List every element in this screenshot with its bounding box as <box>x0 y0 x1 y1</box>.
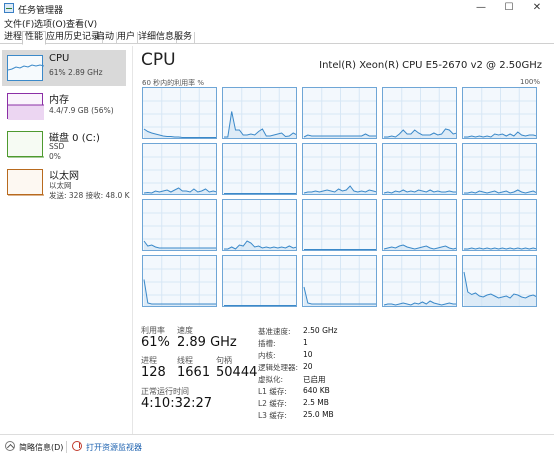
sidebar-item-memory[interactable]: 内存 4.4/7.9 GB (56%) <box>2 88 126 124</box>
tab-services[interactable]: 服务 <box>172 32 196 44</box>
speed-value: 2.89 GHz <box>177 335 237 350</box>
cpu-core-graph <box>462 87 537 139</box>
utilization-value: 61% <box>141 335 170 350</box>
tab-users[interactable]: 用户 <box>115 32 139 44</box>
detail-label: 基准速度: <box>258 327 291 336</box>
detail-label: L1 缓存: <box>258 387 287 396</box>
detail-value: 已启用 <box>303 375 326 384</box>
fewer-details-link[interactable]: 简略信息(D) <box>19 442 63 453</box>
cpu-core-graph <box>142 199 217 251</box>
chevron-up-icon[interactable] <box>5 441 15 451</box>
cpu-core-graph <box>222 143 297 195</box>
page-title: CPU <box>141 50 176 70</box>
memory-thumbnail-graph <box>7 93 44 120</box>
window-title: 任务管理器 <box>18 6 64 16</box>
sidebar-item-label: CPU <box>49 53 70 64</box>
detail-label: 插槽: <box>258 339 276 348</box>
menu-view[interactable]: 查看(V) <box>66 17 97 30</box>
cpu-core-graph <box>302 255 377 307</box>
detail-value: 640 KB <box>303 386 330 395</box>
disk-thumbnail-graph <box>7 131 44 158</box>
sidebar-item-detail: 发送: 328 接收: 48.0 K <box>49 191 130 200</box>
detail-label: 逻辑处理器: <box>258 363 299 372</box>
tab-details[interactable]: 详细信息 <box>136 32 178 44</box>
tab-performance[interactable]: 性能 <box>22 31 47 45</box>
cpu-thumbnail-graph <box>7 55 44 81</box>
minimize-button[interactable]: — <box>470 0 492 16</box>
cpu-core-graph <box>142 255 217 307</box>
detail-value: 1 <box>303 338 308 347</box>
ethernet-thumbnail-graph <box>7 169 44 196</box>
handles-value: 50444 <box>216 365 258 380</box>
task-manager-icon <box>4 3 14 13</box>
tab-bar: 进程 性能 应用历史记录 启动 用户 详细信息 服务 <box>0 30 554 45</box>
cpu-core-graph <box>142 87 217 139</box>
cpu-core-graph <box>222 87 297 139</box>
footer-divider <box>66 441 67 453</box>
sidebar-item-detail: 0% <box>49 152 61 161</box>
cpu-core-graph <box>382 255 457 307</box>
detail-value: 10 <box>303 350 313 359</box>
menu-bar: 文件(F) 选项(O) 查看(V) <box>0 16 554 30</box>
cpu-logical-processor-graphs <box>142 87 540 311</box>
sidebar-item-label: 内存 <box>49 95 69 106</box>
cpu-core-graph <box>462 255 537 307</box>
sidebar-item-cpu[interactable]: CPU 61% 2.89 GHz <box>2 50 126 86</box>
sidebar-item-detail: 61% 2.89 GHz <box>49 68 103 77</box>
detail-label: L3 缓存: <box>258 411 287 420</box>
cpu-core-graph <box>222 199 297 251</box>
cpu-core-graph <box>302 87 377 139</box>
title-bar: 任务管理器 — ☐ ✕ <box>0 0 554 16</box>
graph-max-label: 100% <box>519 78 540 86</box>
sidebar-item-disk[interactable]: 磁盘 0 (C:) SSD 0% <box>2 126 126 162</box>
cpu-model-name: Intel(R) Xeon(R) CPU E5-2670 v2 @ 2.50GH… <box>319 60 542 71</box>
cpu-core-graph <box>222 255 297 307</box>
menu-options[interactable]: 选项(O) <box>34 17 66 30</box>
detail-value: 2.50 GHz <box>303 326 338 335</box>
detail-value: 20 <box>303 362 313 371</box>
detail-label: 内核: <box>258 351 276 360</box>
resource-sidebar: CPU 61% 2.89 GHz 内存 4.4/7.9 GB (56%) 磁盘 … <box>0 46 133 434</box>
tab-startup[interactable]: 启动 <box>94 32 118 44</box>
sidebar-item-ethernet[interactable]: 以太网 以太网 发送: 328 接收: 48.0 K <box>2 164 130 200</box>
open-resource-monitor-link[interactable]: 打开资源监视器 <box>86 442 142 453</box>
menu-file[interactable]: 文件(F) <box>4 17 34 30</box>
cpu-core-graph <box>302 199 377 251</box>
processes-value: 128 <box>141 365 166 380</box>
detail-value: 2.5 MB <box>303 398 329 407</box>
cpu-core-graph <box>302 143 377 195</box>
threads-value: 1661 <box>177 365 211 380</box>
cpu-core-graph <box>142 143 217 195</box>
detail-value: 25.0 MB <box>303 410 334 419</box>
cpu-core-graph <box>382 143 457 195</box>
detail-label: 虚拟化: <box>258 375 284 384</box>
uptime-value: 4:10:32:27 <box>141 396 213 411</box>
resource-monitor-icon <box>72 441 82 451</box>
sidebar-item-detail: 4.4/7.9 GB (56%) <box>49 106 114 115</box>
footer-bar: 简略信息(D) 打开资源监视器 <box>0 434 554 460</box>
cpu-core-graph <box>462 199 537 251</box>
close-button[interactable]: ✕ <box>526 0 548 16</box>
sidebar-item-detail: SSD <box>49 142 65 151</box>
cpu-core-graph <box>462 143 537 195</box>
cpu-core-graph <box>382 199 457 251</box>
maximize-button[interactable]: ☐ <box>498 0 520 16</box>
cpu-core-graph <box>382 87 457 139</box>
detail-label: L2 缓存: <box>258 399 287 408</box>
